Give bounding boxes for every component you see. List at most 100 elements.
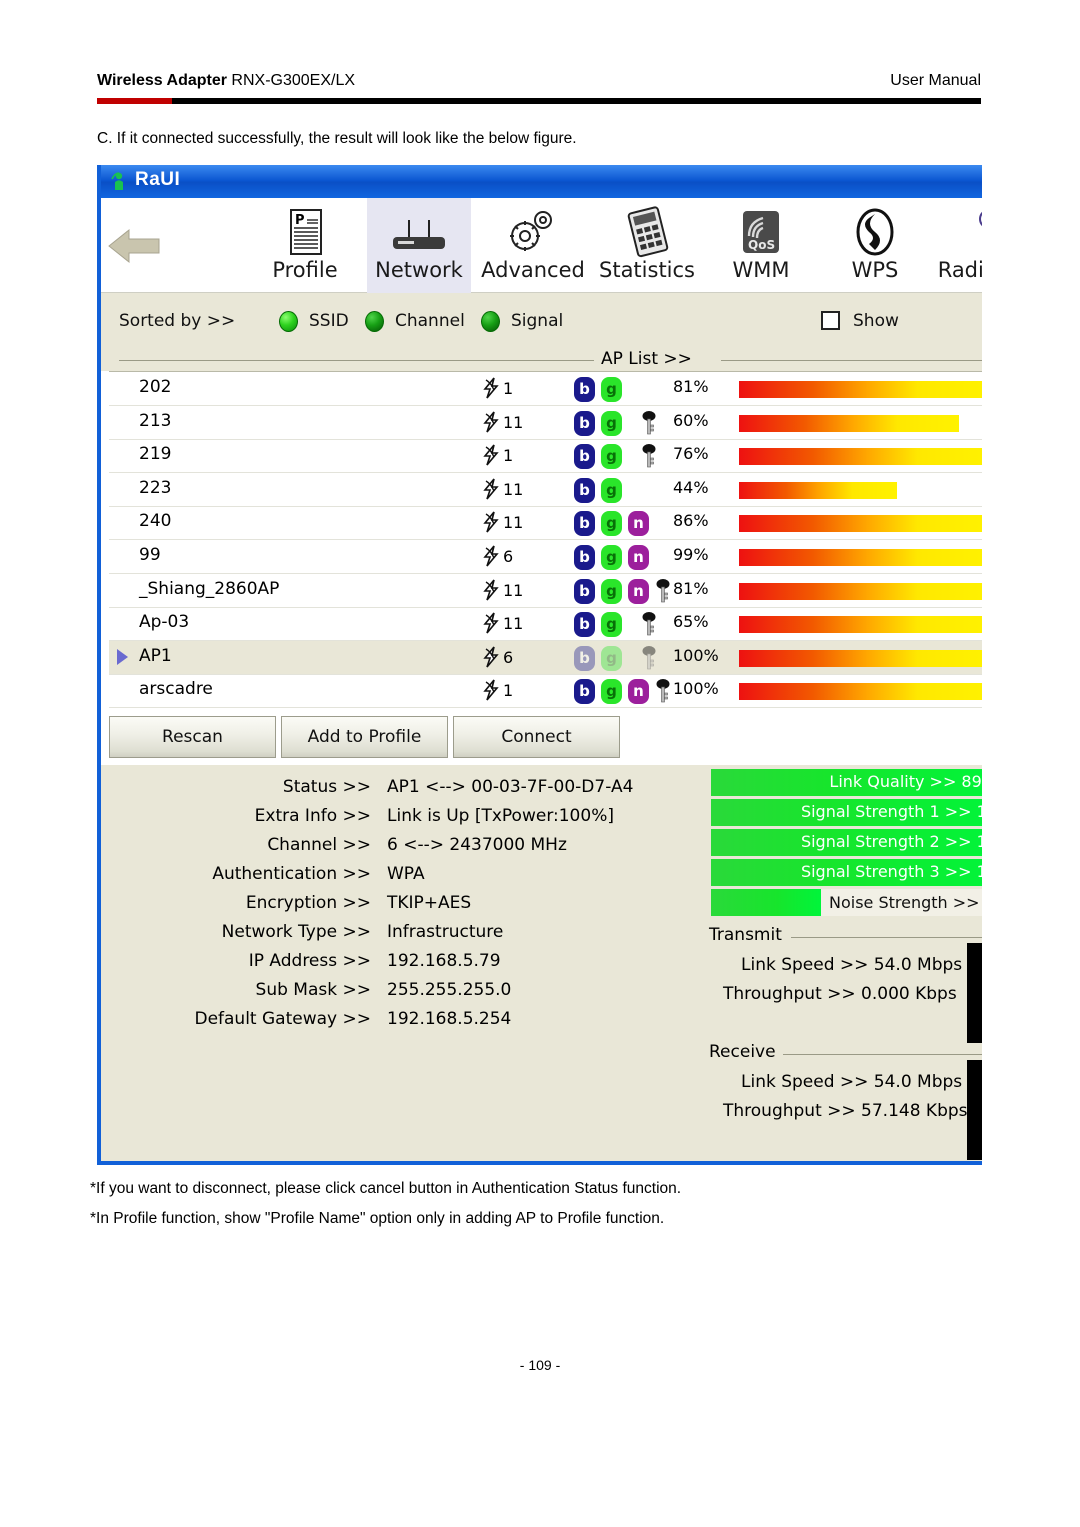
ap-signal-percent: 76% xyxy=(673,444,709,464)
ap-ssid: AP1 xyxy=(139,645,172,666)
tab-wps-label: WPS xyxy=(851,258,899,282)
manual-page: Wireless Adapter RNX-G300EX/LX User Manu… xyxy=(0,0,1080,1527)
ap-ssid: 213 xyxy=(139,410,172,431)
status-value: Infrastructure xyxy=(387,922,504,942)
tab-radio-label: Radio On/ xyxy=(937,258,982,282)
radio-icon xyxy=(937,206,982,258)
header-manual-label: User Manual xyxy=(890,72,981,89)
tab-advanced[interactable]: Advanced xyxy=(481,198,585,293)
ap-signal-bar xyxy=(739,448,982,466)
ap-ssid: 202 xyxy=(139,377,172,397)
transmit-throughput-gauge xyxy=(967,943,982,1043)
ap-list-row[interactable]: arscadre 1 b g n 100% xyxy=(109,674,982,709)
channel-icon xyxy=(481,411,501,433)
radio-sort-ssid[interactable] xyxy=(279,311,298,332)
band-badge-g: g xyxy=(601,578,622,604)
ap-signal-percent: 100% xyxy=(673,645,719,665)
radio-sort-signal[interactable] xyxy=(481,311,500,332)
ap-list-row[interactable]: 240 11 b g n 86% xyxy=(109,506,982,541)
statistics-icon xyxy=(595,206,699,258)
status-value: 6 <--> 2437000 MHz xyxy=(387,835,567,855)
radio-sort-ssid-label: SSID xyxy=(309,311,349,331)
tab-statistics[interactable]: Statistics xyxy=(595,198,699,293)
band-badge-g: g xyxy=(601,679,622,705)
ap-list-row[interactable]: Ap-03 11 b g 65% xyxy=(109,607,982,642)
divider-line-right xyxy=(721,360,982,361)
ap-list-row[interactable]: 219 1 b g 76% xyxy=(109,439,982,474)
status-detail-row: Status >> AP1 <--> 00-03-7F-00-D7-A4 xyxy=(101,777,641,806)
ap-list-row[interactable]: 202 1 b g 81% xyxy=(109,372,982,406)
rescan-button[interactable]: Rescan xyxy=(109,716,276,758)
meter-signal-strength-3-label: Signal Strength 3 >> 10 xyxy=(800,862,982,881)
ap-signal-percent: 60% xyxy=(673,410,709,430)
status-detail-row: Network Type >> Infrastructure xyxy=(101,922,641,951)
tab-wmm[interactable]: QoS WMM xyxy=(709,198,813,293)
ap-channel-number: 1 xyxy=(503,681,514,701)
status-key: Extra Info >> xyxy=(254,806,371,826)
wps-icon xyxy=(823,206,927,258)
ap-ssid: 219 xyxy=(139,444,172,465)
band-badge-n: n xyxy=(628,578,649,604)
band-badge-n: n xyxy=(628,545,649,570)
add-to-profile-button[interactable]: Add to Profile xyxy=(281,716,448,758)
band-badge-g: g xyxy=(601,545,622,570)
selected-row-arrow xyxy=(117,648,128,665)
radio-sort-channel[interactable] xyxy=(365,311,384,332)
tab-network-label: Network xyxy=(375,258,463,282)
tab-profile[interactable]: P Profile xyxy=(253,198,357,293)
status-value: 192.168.5.254 xyxy=(387,1009,512,1029)
ap-list-row[interactable]: _Shiang_2860AP 11 b g n 81% xyxy=(109,574,982,608)
channel-icon xyxy=(481,444,501,466)
tab-radio-onoff[interactable]: Radio On/ xyxy=(937,198,982,293)
band-badge-b: b xyxy=(574,612,595,638)
tab-profile-label: Profile xyxy=(272,258,338,282)
receive-link-speed: Link Speed >> 54.0 Mbps xyxy=(741,1072,963,1092)
show-checkbox[interactable] xyxy=(821,311,840,330)
network-icon xyxy=(367,206,471,258)
band-badge-n: n xyxy=(628,679,649,705)
ap-list-row[interactable]: 99 6 b g n 99% xyxy=(109,540,982,574)
receive-throughput-gauge xyxy=(967,1060,982,1160)
ap-channel-number: 11 xyxy=(503,513,524,533)
status-key: Sub Mask >> xyxy=(255,980,371,1000)
ap-signal-bar xyxy=(739,381,982,398)
ap-signal-bar xyxy=(739,649,982,667)
tab-network[interactable]: Network xyxy=(367,198,471,293)
radio-sort-channel-label: Channel xyxy=(395,311,465,331)
status-value: AP1 <--> 00-03-7F-00-D7-A4 xyxy=(387,777,634,797)
band-badge-g: g xyxy=(601,410,622,436)
sorted-by-label: Sorted by >> xyxy=(119,311,236,331)
radio-sort-signal-label: Signal xyxy=(511,311,564,331)
status-detail-row: Channel >> 6 <--> 2437000 MHz xyxy=(101,835,641,864)
ap-signal-percent: 100% xyxy=(673,679,719,699)
ap-signal-percent: 65% xyxy=(673,612,709,632)
security-key-icon xyxy=(641,443,657,469)
divider-line-left xyxy=(119,360,594,361)
status-detail-row: IP Address >> 192.168.5.79 xyxy=(101,951,641,980)
connect-button[interactable]: Connect xyxy=(453,716,620,758)
ap-signal-percent: 44% xyxy=(673,477,709,497)
tab-wps[interactable]: WPS xyxy=(823,198,927,293)
security-key-icon xyxy=(641,410,657,436)
ap-ssid: 223 xyxy=(139,477,172,498)
ap-list-row[interactable]: 213 11 b g 60% xyxy=(109,406,982,440)
ap-channel-number: 11 xyxy=(503,580,524,600)
back-arrow-icon[interactable] xyxy=(107,224,161,268)
ap-channel-number: 11 xyxy=(503,412,524,432)
band-badge-b: b xyxy=(574,377,595,402)
transmit-section-title: Transmit xyxy=(709,925,782,945)
channel-icon xyxy=(481,511,501,533)
ap-list[interactable]: 202 1 b g 81% 213 11 b g 60% 219 1 b g 76% 223 11 b g 44% 24… xyxy=(109,371,982,710)
ap-signal-percent: 81% xyxy=(673,578,709,598)
wmm-icon: QoS xyxy=(709,206,813,258)
ap-signal-bar xyxy=(739,683,982,701)
tab-statistics-label: Statistics xyxy=(599,258,695,282)
ap-list-row[interactable]: 223 11 b g 44% xyxy=(109,473,982,507)
band-badge-b: b xyxy=(574,679,595,705)
security-key-icon xyxy=(655,678,671,704)
status-detail-row: Encryption >> TKIP+AES xyxy=(101,893,641,922)
ap-list-row[interactable]: AP1 6 b g 100% xyxy=(109,640,982,675)
band-badge-g: g xyxy=(601,377,622,402)
security-key-icon xyxy=(655,578,671,604)
ap-channel-number: 6 xyxy=(503,547,514,566)
